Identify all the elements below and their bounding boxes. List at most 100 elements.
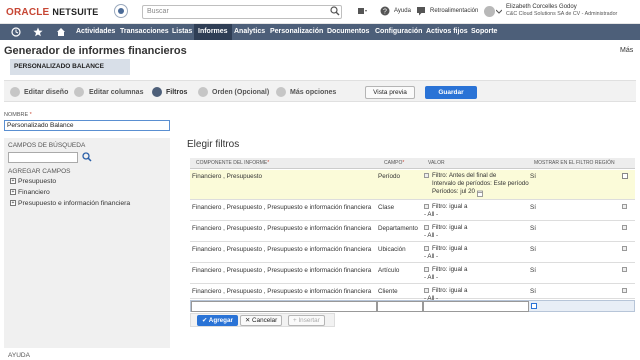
nav-analytics[interactable]: Analytics	[230, 24, 269, 40]
row-value[interactable]: Filtro: igual a - All -	[424, 266, 467, 282]
table-row[interactable]: Financiero , Presupuesto , Presupuesto e…	[190, 201, 635, 221]
step-filters[interactable]: Filtros	[166, 89, 187, 96]
nav-reports[interactable]: Informes	[194, 24, 232, 40]
step-dot-edit-layout[interactable]	[10, 87, 20, 97]
table-row[interactable]: Financiero , Presupuesto , Presupuesto e…	[190, 222, 635, 242]
edit-value-icon[interactable]	[424, 173, 429, 178]
new-show-filter-checkbox[interactable]	[531, 303, 537, 309]
tree-item-financial[interactable]: + Financiero	[10, 189, 50, 196]
main-nav: Actividades Transacciones Listas Informe…	[0, 24, 640, 40]
report-subtitle-tab[interactable]: PERSONALIZADO BALANCE	[10, 59, 130, 75]
row-show: Sí	[530, 225, 536, 232]
required-marker: *	[267, 160, 270, 166]
fields-panel: CAMPOS DE BÚSQUEDA AGREGAR CAMPOS + Presu…	[4, 138, 170, 348]
recent-history-icon[interactable]	[11, 27, 21, 37]
col-header-field: CAMPO*	[384, 158, 404, 169]
step-dot-edit-columns[interactable]	[74, 87, 84, 97]
expand-icon[interactable]: +	[10, 200, 16, 207]
help-link[interactable]: Ayuda	[394, 8, 411, 14]
step-sort-optional[interactable]: Orden (Opcional)	[212, 89, 269, 96]
add-row-button[interactable]: ✔ Agregar	[197, 315, 238, 326]
recent-records-icon[interactable]	[357, 6, 367, 16]
row-value[interactable]: Filtro: igual a - All -	[424, 224, 467, 240]
value-line: - All -	[424, 232, 439, 239]
row-actions: ✔ Agregar ✕ Cancelar + Insertar	[190, 313, 335, 327]
new-field-select[interactable]	[377, 301, 423, 312]
edit-value-icon[interactable]	[424, 246, 429, 251]
edit-value-icon[interactable]	[424, 267, 429, 272]
nav-setup[interactable]: Configuración	[371, 24, 426, 40]
nav-activities[interactable]: Actividades	[72, 24, 119, 40]
show-filter-checkbox[interactable]	[622, 173, 628, 179]
row-value[interactable]: Filtro: igual a - All -	[424, 203, 467, 219]
row-show: Sí	[530, 267, 536, 274]
add-fields-label: AGREGAR CAMPOS	[8, 168, 71, 175]
svg-text:?: ?	[383, 9, 387, 16]
report-name-input[interactable]: Personalizado Balance	[4, 120, 170, 131]
nav-transactions[interactable]: Transacciones	[116, 24, 173, 40]
tree-item-budget-financial[interactable]: + Presupuesto e información financiera	[10, 200, 130, 207]
star-icon[interactable]	[33, 27, 43, 37]
edit-value-icon[interactable]	[424, 225, 429, 230]
help-icon[interactable]: ?	[380, 6, 390, 16]
new-component-select[interactable]	[191, 301, 377, 312]
required-marker: *	[402, 160, 405, 166]
add-row-label: Agregar	[208, 317, 233, 324]
table-row[interactable]: Financiero , Presupuesto , Presupuesto e…	[190, 285, 635, 302]
search-icon[interactable]	[82, 152, 92, 162]
col-header-show-in-filter-region: MOSTRAR EN EL FILTRO REGIÓN	[534, 160, 615, 166]
row-action-icon[interactable]	[622, 246, 627, 251]
step-edit-columns[interactable]: Editar columnas	[89, 89, 143, 96]
calendar-icon[interactable]	[477, 190, 483, 197]
check-icon: ✔	[202, 317, 209, 324]
step-dot-more-options[interactable]	[276, 87, 286, 97]
new-value-field[interactable]	[423, 301, 529, 312]
feedback-link[interactable]: Retroalimentación	[430, 8, 478, 14]
feedback-icon[interactable]	[416, 6, 426, 16]
table-row[interactable]: Financiero , Presupuesto , Presupuesto e…	[190, 264, 635, 284]
table-row[interactable]: Financiero , Presupuesto , Presupuesto e…	[190, 243, 635, 263]
preview-button[interactable]: Vista previa	[365, 86, 415, 99]
row-action-icon[interactable]	[622, 204, 627, 209]
nav-documents[interactable]: Documentos	[323, 24, 373, 40]
user-avatar[interactable]	[484, 6, 495, 17]
step-more-options[interactable]: Más opciones	[290, 89, 336, 96]
tree-item-label: Financiero	[18, 189, 50, 196]
close-icon: ✕	[245, 317, 253, 324]
cancel-row-button[interactable]: ✕ Cancelar	[240, 315, 283, 326]
edit-value-icon[interactable]	[424, 204, 429, 209]
nav-support[interactable]: Soporte	[467, 24, 501, 40]
tree-item-budget[interactable]: + Presupuesto	[10, 178, 56, 185]
row-component: Financiero , Presupuesto	[192, 173, 263, 180]
nav-customization[interactable]: Personalización	[266, 24, 327, 40]
row-action-icon[interactable]	[622, 288, 627, 293]
tree-item-label: Presupuesto	[18, 178, 57, 185]
user-name[interactable]: Elizabeth Corcelles Godoy	[506, 4, 577, 10]
row-action-icon[interactable]	[622, 225, 627, 230]
table-row[interactable]: Financiero , Presupuesto Período Filtro:…	[190, 170, 635, 200]
row-show: Sí	[530, 173, 536, 180]
netsuite-wordmark: NETSUITE	[52, 7, 99, 17]
expand-icon[interactable]: +	[10, 178, 16, 185]
search-icon[interactable]	[330, 6, 340, 16]
row-action-icon[interactable]	[622, 267, 627, 272]
insert-row-button[interactable]: + Insertar	[288, 315, 325, 326]
step-dot-sort[interactable]	[198, 87, 208, 97]
chevron-down-icon[interactable]	[496, 6, 502, 16]
nav-lists[interactable]: Listas	[168, 24, 196, 40]
oracle-netsuite-logo[interactable]: ORACLE NETSUITE	[6, 7, 99, 18]
step-edit-layout[interactable]: Editar diseño	[24, 89, 68, 96]
save-button[interactable]: Guardar	[425, 86, 477, 99]
edit-value-icon[interactable]	[424, 288, 429, 293]
oracle-wordmark: ORACLE	[6, 7, 50, 18]
expand-icon[interactable]: +	[10, 189, 16, 196]
name-label-text: NOMBRE	[4, 112, 29, 118]
row-value[interactable]: Filtro: igual a - All -	[424, 245, 467, 261]
global-search-input[interactable]: Buscar	[142, 5, 342, 19]
search-fields-input[interactable]	[8, 152, 78, 163]
row-field: Clase	[378, 204, 395, 211]
home-icon[interactable]	[56, 27, 66, 37]
more-link[interactable]: Más	[620, 47, 633, 54]
nav-fixed-assets[interactable]: Activos fijos	[422, 24, 472, 40]
step-dot-filters[interactable]	[152, 87, 162, 97]
